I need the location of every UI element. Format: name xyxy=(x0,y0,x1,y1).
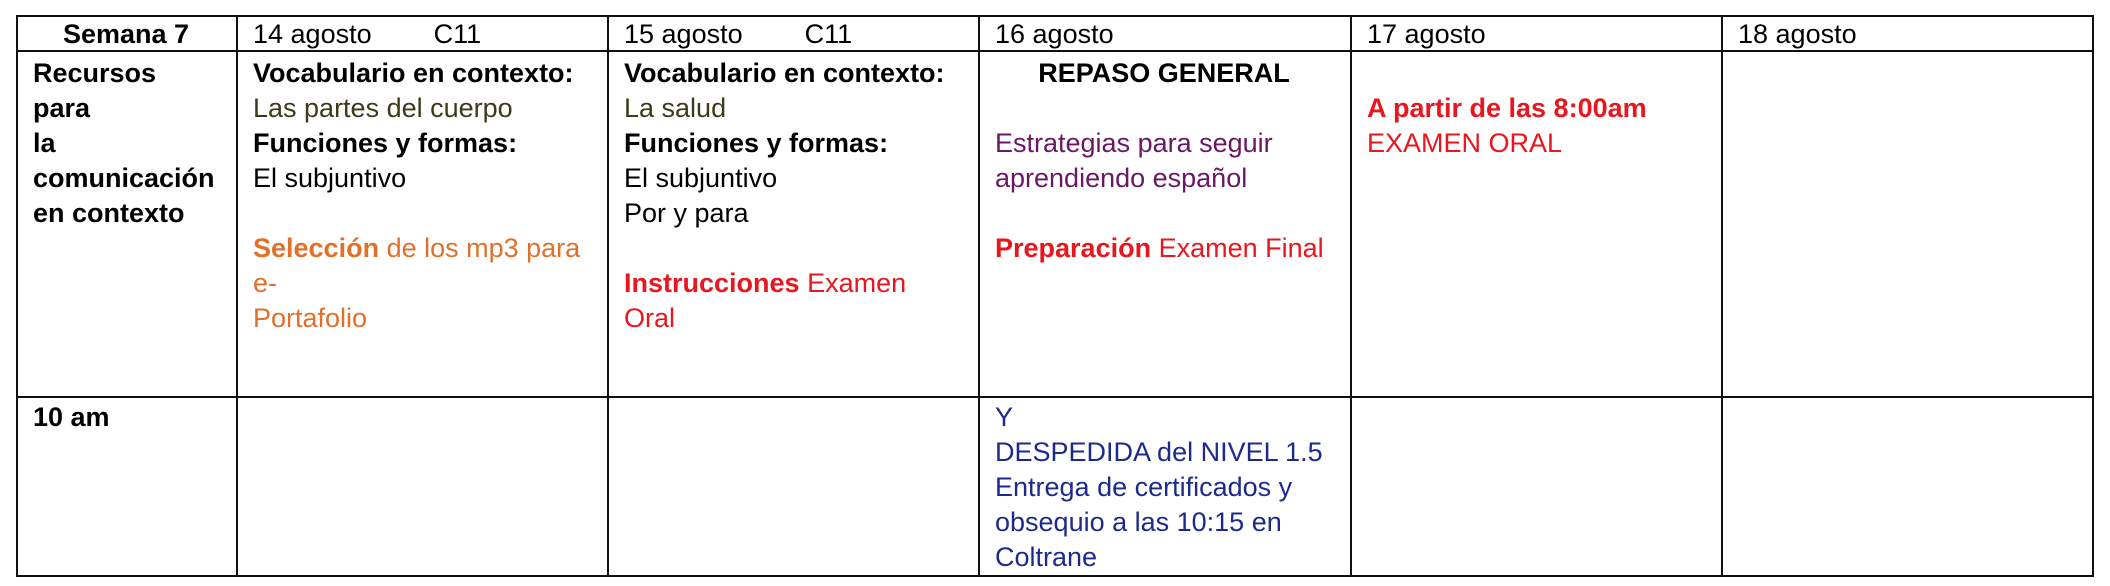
cell-day18-time xyxy=(1721,396,2094,577)
cell-day14-time xyxy=(236,396,609,577)
day-date: 15 agosto xyxy=(624,19,743,49)
cell-day18-content xyxy=(1721,50,2094,398)
functions-heading: Funciones y formas: xyxy=(624,128,889,158)
cell-day15-content: Vocabulario en contexto: La salud Funcio… xyxy=(607,50,980,398)
cell-day15-time xyxy=(607,396,980,577)
exam-time: A partir de las 8:00am xyxy=(1367,93,1647,123)
vocab-topic: Las partes del cuerpo xyxy=(253,93,513,123)
farewell-line: Coltrane xyxy=(995,542,1098,572)
time-row: 10 am Y DESPEDIDA del NIVEL 1.5 Entrega … xyxy=(16,396,2094,577)
row-label-line: en contexto xyxy=(33,198,185,228)
row-label-line: Recursos para xyxy=(33,58,157,123)
note-bold: Instrucciones xyxy=(624,268,800,298)
oral-exam-label: EXAMEN ORAL xyxy=(1367,128,1563,158)
cell-day17-content: A partir de las 8:00am EXAMEN ORAL xyxy=(1350,50,1723,398)
mp3-selection-note: Selección de los mp3 para e- xyxy=(253,231,590,301)
mp3-selection-note-cont: Portafolio xyxy=(253,303,368,333)
row-label-resources: Recursos para la comunicación en context… xyxy=(16,50,238,398)
classroom-code: C11 xyxy=(804,19,853,49)
content-row: Recursos para la comunicación en context… xyxy=(16,50,2094,398)
day-date: 16 agosto xyxy=(995,19,1114,49)
strategies-line: aprendiendo español xyxy=(995,163,1248,193)
functions-item: El subjuntivo xyxy=(624,163,778,193)
vocab-heading: Vocabulario en contexto: xyxy=(624,58,945,88)
day-date: 17 agosto xyxy=(1367,19,1486,49)
farewell-line: DESPEDIDA del NIVEL 1.5 xyxy=(995,437,1323,467)
day-header-18: 18 agosto xyxy=(1721,15,2094,52)
day-header-17: 17 agosto xyxy=(1350,15,1723,52)
row-label-time: 10 am xyxy=(16,396,238,577)
oral-exam-instructions: Instrucciones Examen Oral xyxy=(624,266,961,336)
header-row: Semana 7 14 agosto C11 15 agosto C11 16 ag… xyxy=(16,15,2094,52)
row-label-line: la xyxy=(33,128,56,158)
day-header-14: 14 agosto C11 xyxy=(236,15,609,52)
day-header-16: 16 agosto xyxy=(978,15,1352,52)
prep-bold: Preparación xyxy=(995,233,1152,263)
farewell-line: obsequio a las 10:15 en xyxy=(995,507,1282,537)
week-label-cell: Semana 7 xyxy=(16,15,238,52)
review-title: REPASO GENERAL xyxy=(1038,58,1290,88)
farewell-line: Entrega de certificados y xyxy=(995,472,1293,502)
vocab-heading: Vocabulario en contexto: xyxy=(253,58,574,88)
strategies-line: Estrategias para seguir xyxy=(995,128,1273,158)
cell-day14-content: Vocabulario en contexto: Las partes del … xyxy=(236,50,609,398)
weekly-schedule-table: Semana 7 14 agosto C11 15 agosto C11 16 ag… xyxy=(16,15,2094,577)
functions-heading: Funciones y formas: xyxy=(253,128,518,158)
note-bold: Selección xyxy=(253,233,380,263)
day-date: 14 agosto xyxy=(253,19,372,49)
day-date: 18 agosto xyxy=(1738,19,1857,49)
functions-item: El subjuntivo xyxy=(253,163,407,193)
functions-item: Por y para xyxy=(624,198,749,228)
time-label: 10 am xyxy=(33,402,110,432)
classroom-code: C11 xyxy=(433,19,482,49)
cell-day16-content: REPASO GENERAL Estrategias para seguir a… xyxy=(978,50,1352,398)
vocab-topic: La salud xyxy=(624,93,727,123)
final-exam-prep: Preparación Examen Final xyxy=(995,231,1333,266)
cell-day17-time xyxy=(1350,396,1723,577)
day-header-15: 15 agosto C11 xyxy=(607,15,980,52)
prep-text: Examen Final xyxy=(1151,233,1324,263)
farewell-line: Y xyxy=(995,402,1014,432)
row-label-line: comunicación xyxy=(33,163,215,193)
cell-day16-time: Y DESPEDIDA del NIVEL 1.5 Entrega de cer… xyxy=(978,396,1352,577)
week-label: Semana 7 xyxy=(62,19,190,49)
